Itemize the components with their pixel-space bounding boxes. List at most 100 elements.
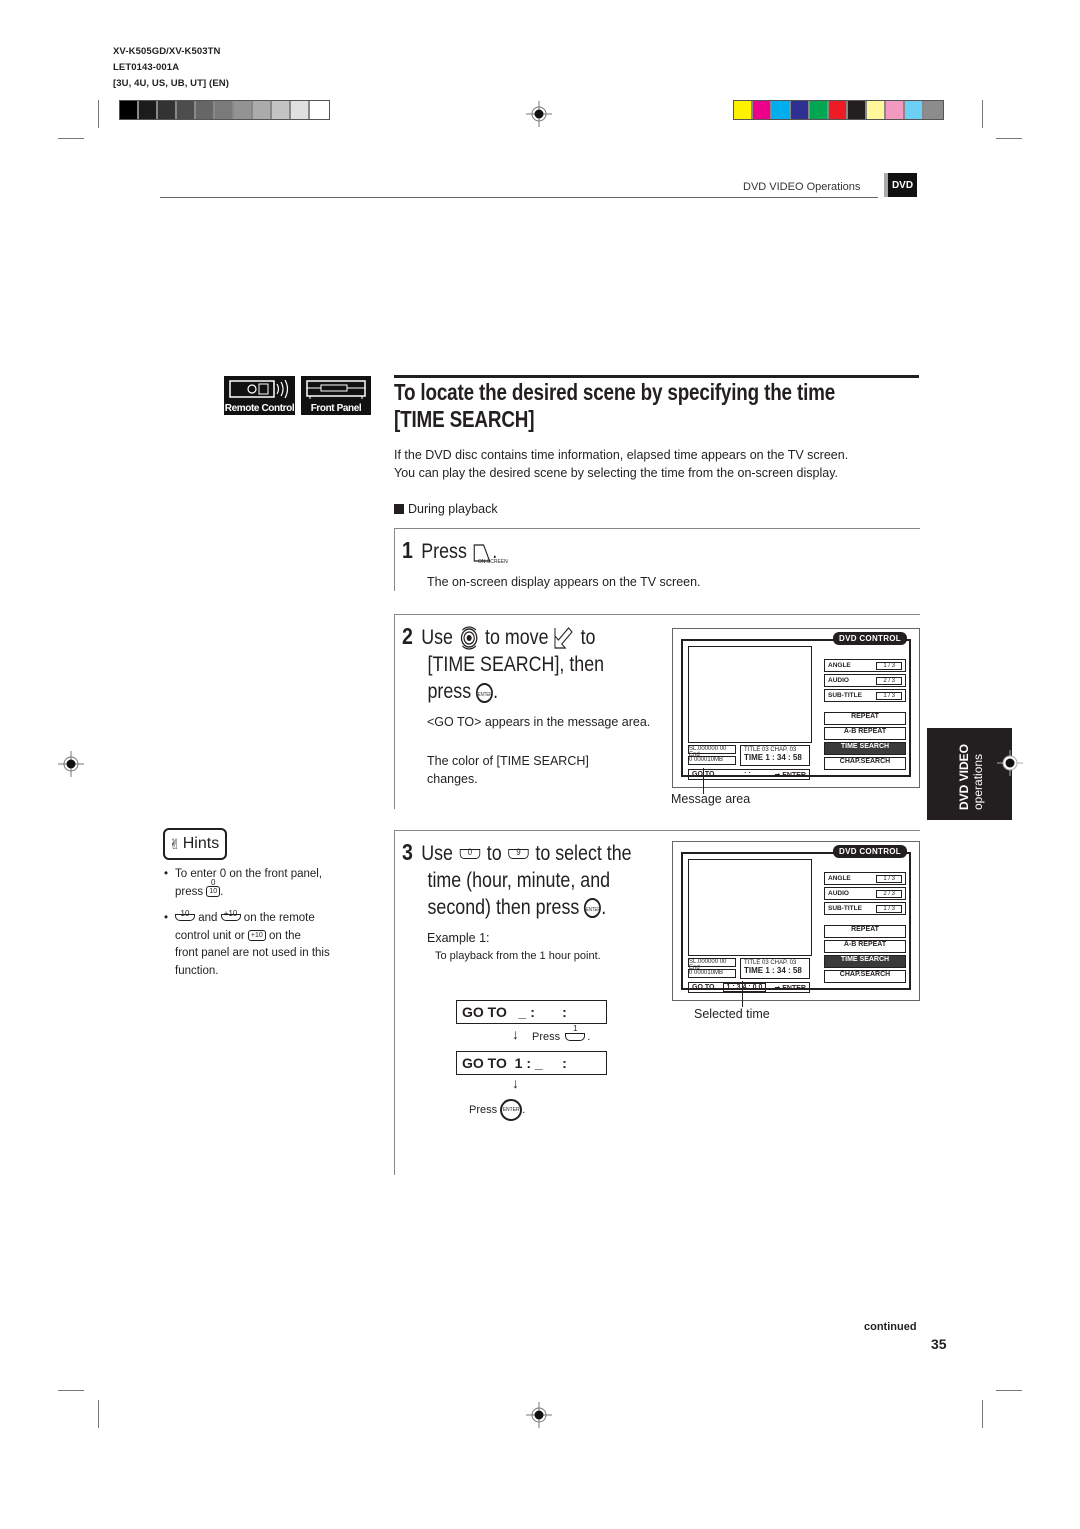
hint-item-1: • To enter 0 on the front panel, press 0… xyxy=(164,866,323,901)
side-tab-line: DVD VIDEO xyxy=(957,743,971,810)
step-text: to move xyxy=(485,626,549,649)
hint-text: front panel are not used in this xyxy=(175,947,330,959)
osd-row-value: 2 / 3 xyxy=(876,889,902,898)
osd-goto-field: _ : : xyxy=(738,771,751,778)
dvd-badge: DVD xyxy=(884,173,917,197)
continued-label: continued xyxy=(864,1321,917,1333)
osd-angle-row: ANGLE 1 / 3 xyxy=(824,659,906,672)
example-description: To playback from the 1 hour point. xyxy=(435,950,601,962)
step-2-description-1: <GO TO> appears in the message area. xyxy=(427,715,651,729)
callout-line xyxy=(742,981,743,1007)
step-2-description-2: The color of [TIME SEARCH] changes. xyxy=(427,754,589,786)
condition-text: During playback xyxy=(408,502,498,516)
osd-frame: DVD CONTROL SL.000000 00 End 0 000010MB … xyxy=(681,845,911,993)
osd-status-bar: 0 000010MB xyxy=(688,756,736,765)
step-text: to xyxy=(580,626,596,649)
bullet: • xyxy=(164,912,169,924)
front-panel-icon: Front Panel xyxy=(301,376,371,415)
crop-mark xyxy=(58,138,84,139)
osd-repeat-button: REPEAT xyxy=(824,712,906,725)
model-number: XV-K505GD/XV-K503TN xyxy=(113,46,221,57)
remote-10-key-icon: 10 xyxy=(175,909,195,922)
number-key-0-icon: 0 xyxy=(459,847,481,860)
color-swatch xyxy=(310,101,329,119)
front-panel-label: Front Panel xyxy=(310,403,362,414)
step-text: Use xyxy=(421,626,453,649)
step-1-description: The on-screen display appears on the TV … xyxy=(427,575,701,589)
step-number: 2 xyxy=(402,623,413,649)
registration-mark-icon xyxy=(526,1402,552,1428)
remote-device-icon xyxy=(229,379,289,399)
message-area-caption: Message area xyxy=(671,792,751,806)
remote-control-icon: Remote Control xyxy=(224,376,295,415)
color-swatch xyxy=(291,101,310,119)
step-text: press xyxy=(427,680,472,704)
enter-button-icon: ENTER xyxy=(500,1099,523,1121)
osd-row-label: ANGLE xyxy=(828,875,851,882)
intro-line: You can play the desired scene by select… xyxy=(394,466,839,480)
color-bar xyxy=(733,100,944,120)
key-label: 0 xyxy=(467,847,472,858)
number-key-9-icon: 9 xyxy=(508,847,529,860)
color-swatch xyxy=(158,101,177,119)
pointer-arrow-icon xyxy=(553,626,575,650)
press-text: Press xyxy=(469,1103,498,1116)
color-swatch xyxy=(272,101,291,119)
hint-text: and xyxy=(198,912,218,924)
osd-row-label: AUDIO xyxy=(828,677,849,684)
hint-text: To enter 0 on the front panel, xyxy=(175,868,323,880)
press-enter-instruction: Press ENTER. xyxy=(469,1099,525,1121)
down-arrow-icon: ↓ xyxy=(512,1026,519,1042)
osd-row-value: 2 / 3 xyxy=(876,676,902,685)
hint-text: press xyxy=(175,885,204,898)
osd-audio-row: AUDIO 2 / 3 xyxy=(824,887,906,900)
osd-time-search-button: TIME SEARCH xyxy=(824,955,906,968)
color-swatch xyxy=(234,101,253,119)
osd-diagram-step3: DVD CONTROL SL.000000 00 End 0 000010MB … xyxy=(672,841,920,1001)
crop-mark xyxy=(982,100,983,128)
osd-row-label: SUB-TITLE xyxy=(828,692,862,699)
intro-paragraph: If the DVD disc contains time informatio… xyxy=(394,446,848,482)
osd-diagram-step2: DVD CONTROL SL.000000 00 End 0 000010MB … xyxy=(672,628,920,788)
crop-mark xyxy=(996,138,1022,139)
page-title-line1: To locate the desired scene by specifyin… xyxy=(394,379,836,405)
side-tab-label: DVD VIDEO operations xyxy=(957,744,985,810)
hint-text: . xyxy=(220,885,224,898)
osd-row-value: 1 / 3 xyxy=(876,691,902,700)
color-swatch xyxy=(867,101,886,119)
page-number: 35 xyxy=(931,1336,947,1352)
hints-logo: ✌ Hints xyxy=(163,828,227,860)
key-label: +10 xyxy=(223,909,238,919)
hint-item-2: • 10 and +10 on the remote control unit … xyxy=(164,909,360,980)
osd-ab-repeat-button: A-B REPEAT xyxy=(824,940,906,953)
hint-text: control unit or xyxy=(175,929,245,942)
intro-line: If the DVD disc contains time informatio… xyxy=(394,448,849,462)
hints-title: Hints xyxy=(182,835,220,852)
key-label: 9 xyxy=(516,847,521,858)
key-label: 0 xyxy=(211,877,216,887)
color-swatch xyxy=(139,101,158,119)
osd-video-area xyxy=(688,646,812,743)
remote-control-label: Remote Control xyxy=(224,403,295,414)
condition-label: During playback xyxy=(394,500,498,518)
color-swatch xyxy=(886,101,905,119)
osd-audio-row: AUDIO 2 / 3 xyxy=(824,674,906,687)
cursor-joystick-icon xyxy=(458,625,480,651)
grayscale-bar xyxy=(119,100,330,120)
osd-subtitle-row: SUB-TITLE 1 / 3 xyxy=(824,689,906,702)
osd-time: TIME 1 : 34 : 58 xyxy=(744,753,802,762)
osd-enter: ➡ ENTER xyxy=(774,771,806,779)
square-bullet-icon xyxy=(394,504,404,514)
title-rule xyxy=(394,375,919,378)
color-swatch xyxy=(791,101,810,119)
step-text: . xyxy=(493,680,499,704)
key-label: 10 xyxy=(209,887,218,895)
crossed-fingers-icon: ✌ xyxy=(169,835,181,852)
step-2-heading: 2 Use to move to [TIME SEARCH], then pre… xyxy=(402,623,604,705)
osd-row-label: AUDIO xyxy=(828,890,849,897)
step-text: . xyxy=(601,896,607,919)
color-swatch xyxy=(829,101,848,119)
osd-time-info: TITLE 03 CHAP. 03 TIME 1 : 34 : 58 xyxy=(740,958,810,979)
step-text: [TIME SEARCH], then xyxy=(427,653,605,677)
bullet: • xyxy=(164,868,169,880)
